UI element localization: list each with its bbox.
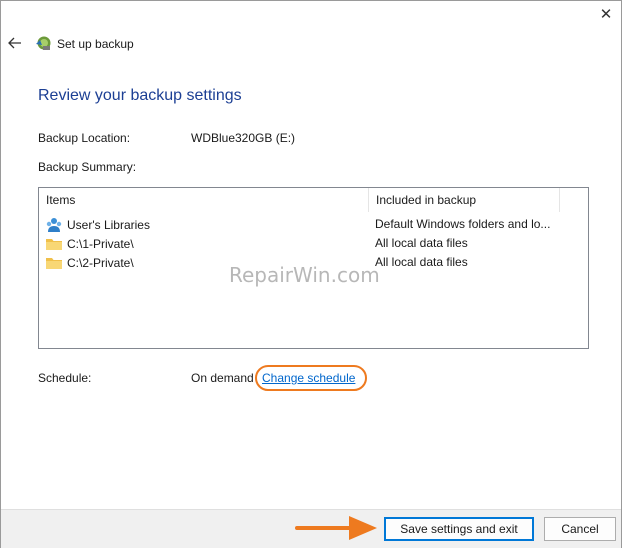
folder-icon bbox=[46, 238, 62, 250]
backup-window: ✕ Set up backup Review your backup setti… bbox=[0, 0, 622, 548]
column-header-included[interactable]: Included in backup bbox=[369, 188, 559, 212]
back-button[interactable] bbox=[5, 33, 25, 53]
row-name-cell: User's Libraries bbox=[45, 215, 150, 234]
row-included: Default Windows folders and lo... bbox=[375, 217, 551, 231]
folder-icon bbox=[46, 257, 62, 269]
close-button[interactable]: ✕ bbox=[591, 1, 621, 27]
row-name-cell: C:\2-Private\ bbox=[45, 253, 134, 272]
row-name: User's Libraries bbox=[67, 217, 150, 232]
save-settings-button[interactable]: Save settings and exit bbox=[384, 517, 534, 541]
close-icon: ✕ bbox=[599, 6, 613, 23]
back-arrow-icon bbox=[8, 37, 21, 49]
row-name: C:\1-Private\ bbox=[67, 236, 134, 251]
watermark: RepairWin.com bbox=[229, 263, 380, 287]
window-title: Set up backup bbox=[57, 37, 134, 51]
backup-summary-label: Backup Summary: bbox=[38, 160, 137, 174]
users-libraries-icon bbox=[46, 217, 62, 232]
backup-location-value: WDBlue320GB (E:) bbox=[191, 131, 296, 145]
row-included: All local data files bbox=[375, 236, 468, 250]
column-separator[interactable] bbox=[559, 188, 560, 212]
change-schedule-link[interactable]: Change schedule bbox=[262, 371, 355, 385]
table-row[interactable]: C:\1-Private\ All local data files bbox=[39, 234, 588, 253]
backup-app-icon bbox=[36, 36, 51, 50]
column-header-items[interactable]: Items bbox=[39, 188, 368, 212]
list-header: Items Included in backup bbox=[39, 188, 588, 212]
row-name-cell: C:\1-Private\ bbox=[45, 234, 134, 253]
page-heading: Review your backup settings bbox=[38, 87, 242, 104]
table-row[interactable]: User's Libraries Default Windows folders… bbox=[39, 215, 588, 234]
annotation-arrow-icon bbox=[295, 516, 377, 540]
schedule-label: Schedule: bbox=[38, 371, 92, 385]
row-name: C:\2-Private\ bbox=[67, 255, 134, 270]
schedule-value: On demand bbox=[191, 371, 254, 385]
cancel-button[interactable]: Cancel bbox=[544, 517, 616, 541]
title-bar: Set up backup bbox=[1, 29, 621, 57]
row-included: All local data files bbox=[375, 255, 468, 269]
backup-location-label: Backup Location: bbox=[38, 131, 131, 145]
